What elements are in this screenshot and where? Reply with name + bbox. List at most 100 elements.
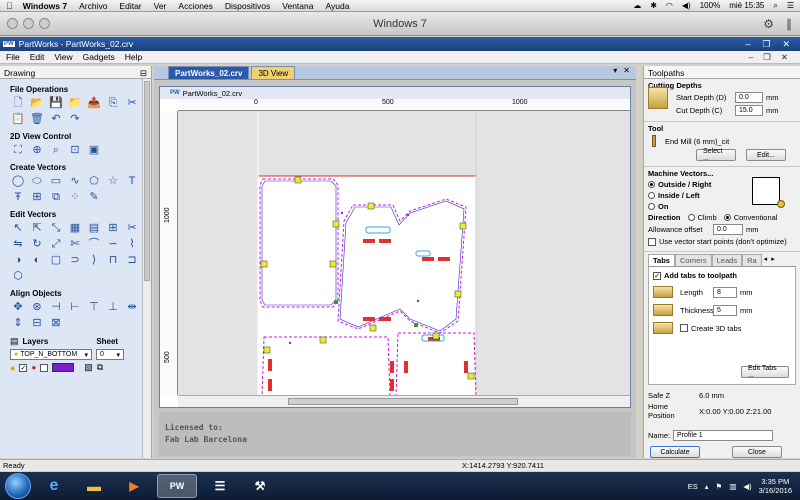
tray-volume-icon[interactable]: ◀) [743,482,751,491]
subtab-scroll-left-icon[interactable]: ◂ [762,254,770,266]
save-icon[interactable]: 💾 [49,96,63,110]
radio-outside-right[interactable] [648,181,655,188]
smooth-icon[interactable]: ⌇ [125,237,139,251]
align-center-icon[interactable]: ✥ [11,300,25,314]
mac-menu-editar[interactable]: Editar [119,1,141,11]
tab-menu-icon[interactable]: ▾ [613,66,617,79]
select-icon[interactable]: ↖ [11,221,25,235]
rectangle-icon[interactable]: ▭ [49,174,63,188]
star-icon[interactable]: ☆ [106,174,120,188]
radio-climb[interactable] [687,214,695,221]
mac-menu-archivo[interactable]: Archivo [79,1,107,11]
copy-icon[interactable]: ⎘ [106,96,120,110]
mac-menu-ayuda[interactable]: Ayuda [325,1,349,11]
dogbone-icon[interactable]: ⊐ [125,253,139,267]
undo-icon[interactable]: ↶ [49,112,63,126]
left-panel-scrollbar[interactable] [142,79,151,458]
tab-3d-view[interactable]: 3D View [251,66,296,79]
doc-close-icon[interactable]: ✕ [781,52,788,63]
curve-fit-icon[interactable]: ∽ [106,237,120,251]
new-file-icon[interactable]: 🗋 [11,96,25,110]
distribute-v-icon[interactable]: ⇕ [11,316,25,330]
name-input[interactable]: Profile 1 [673,430,773,441]
open-file-icon[interactable]: 📂 [30,96,44,110]
delete-icon[interactable]: 🗑 [30,112,44,126]
calculate-button[interactable]: Calculate [650,446,700,458]
zoom-box-icon[interactable]: ⌕ [49,143,63,157]
length-input[interactable]: 8 [713,286,737,298]
apple-icon[interactable]:  [6,1,13,11]
menu-file[interactable]: File [6,52,20,62]
mac-menu-acciones[interactable]: Acciones [178,1,213,11]
fillet-icon[interactable]: ⌒ [87,237,101,251]
tray-flag-icon[interactable]: ⚑ [716,482,723,491]
tool-select-button[interactable]: Select ... [696,148,736,162]
panel-pin-icon[interactable]: ⊟ [140,68,147,78]
extend-icon[interactable]: ⟩ [87,253,101,267]
menu-help[interactable]: Help [125,52,142,62]
chamfer-icon[interactable]: ⬡ [11,269,25,283]
subtab-tabs[interactable]: Tabs [648,254,675,266]
sheet-select[interactable]: 0 ▾ [96,349,124,360]
menu-edit[interactable]: Edit [30,52,45,62]
view-2d-icon[interactable]: ▣ [87,143,101,157]
mac-menu-ver[interactable]: Ver [154,1,167,11]
zoom-in-icon[interactable]: ⊕ [30,143,44,157]
taskbar-ie-icon[interactable]: e [37,474,71,498]
text-on-curve-icon[interactable]: Ŧ [11,190,25,204]
minimize-icon[interactable]: – [745,39,750,50]
taskbar-explorer-icon[interactable]: ▬ [77,474,111,498]
text-icon[interactable]: T [125,174,139,188]
mac-menu-dispositivos[interactable]: Dispositivos [225,1,270,11]
taskbar-tool-icon[interactable]: ⚒ [243,474,277,498]
tray-expand-icon[interactable]: ▴ [705,482,709,491]
add-tabs-checkbox[interactable]: ✓ [653,271,661,280]
edit-tabs-button[interactable]: Edit Tabs ... [741,365,789,379]
boundary-icon[interactable]: ▢ [49,253,63,267]
notification-icon[interactable]: ☰ [787,1,794,10]
polygon-icon[interactable]: ⬠ [87,174,101,188]
mac-clock[interactable]: mié 15:35 [729,1,764,10]
cloud-icon[interactable]: ☁ [633,1,641,10]
layer-visible-checkbox[interactable]: ✓ [19,363,28,372]
language-indicator[interactable]: ES [688,482,698,491]
space-v-icon[interactable]: ⊠ [49,316,63,330]
paste-icon[interactable]: 📋 [11,112,25,126]
zoom-extents-icon[interactable]: ⛶ [11,143,25,157]
node-edit-icon[interactable]: ⇱ [30,221,44,235]
tab-partworks-file[interactable]: PartWorks_02.crv [168,66,250,79]
cut-depth-input[interactable]: 15.0 [735,105,763,116]
trim-icon[interactable]: ✄ [68,237,82,251]
array-icon[interactable]: ⁘ [68,190,82,204]
join-icon[interactable]: ⊞ [106,221,120,235]
space-h-icon[interactable]: ⊟ [30,316,44,330]
radio-conventional[interactable] [723,214,731,221]
maximize-icon[interactable]: ❐ [762,39,770,50]
sheet-manager-icon[interactable]: ⧉ [97,362,103,373]
thickness-input[interactable]: 5 [713,304,737,316]
radio-inside-left[interactable] [648,192,655,199]
intersect-icon[interactable]: ◐ [30,253,44,267]
menu-gadgets[interactable]: Gadgets [83,52,115,62]
taskbar-list-icon[interactable]: ☰ [203,474,237,498]
align-right-icon[interactable]: ⊢ [68,300,82,314]
tab-close-icon[interactable]: ✕ [623,66,630,79]
vm-settings-icon[interactable]: ⚙ [763,17,774,31]
align-left-icon[interactable]: ⊣ [49,300,63,314]
drawing-canvas[interactable] [178,111,630,395]
draw-freehand-icon[interactable]: ✎ [87,190,101,204]
redo-icon[interactable]: ↷ [68,112,82,126]
bridge-icon[interactable]: ⊓ [106,253,120,267]
tool-edit-button[interactable]: Edit... [746,149,786,161]
wifi-icon[interactable]: ◠ [666,1,673,10]
align-top-icon[interactable]: ⊤ [87,300,101,314]
vector-start-checkbox[interactable] [648,237,656,246]
menu-view[interactable]: View [54,52,72,62]
subtab-corners[interactable]: Corners [674,254,712,266]
rotate-icon[interactable]: ↻ [30,237,44,251]
zoom-selection-icon[interactable]: ⊡ [68,143,82,157]
canvas-horizontal-scrollbar[interactable] [178,395,630,407]
vm-pause-icon[interactable]: ∥ [786,17,792,31]
taskbar-partworks-icon[interactable]: PW [157,474,197,498]
ellipse-icon[interactable]: ⬭ [30,174,44,188]
